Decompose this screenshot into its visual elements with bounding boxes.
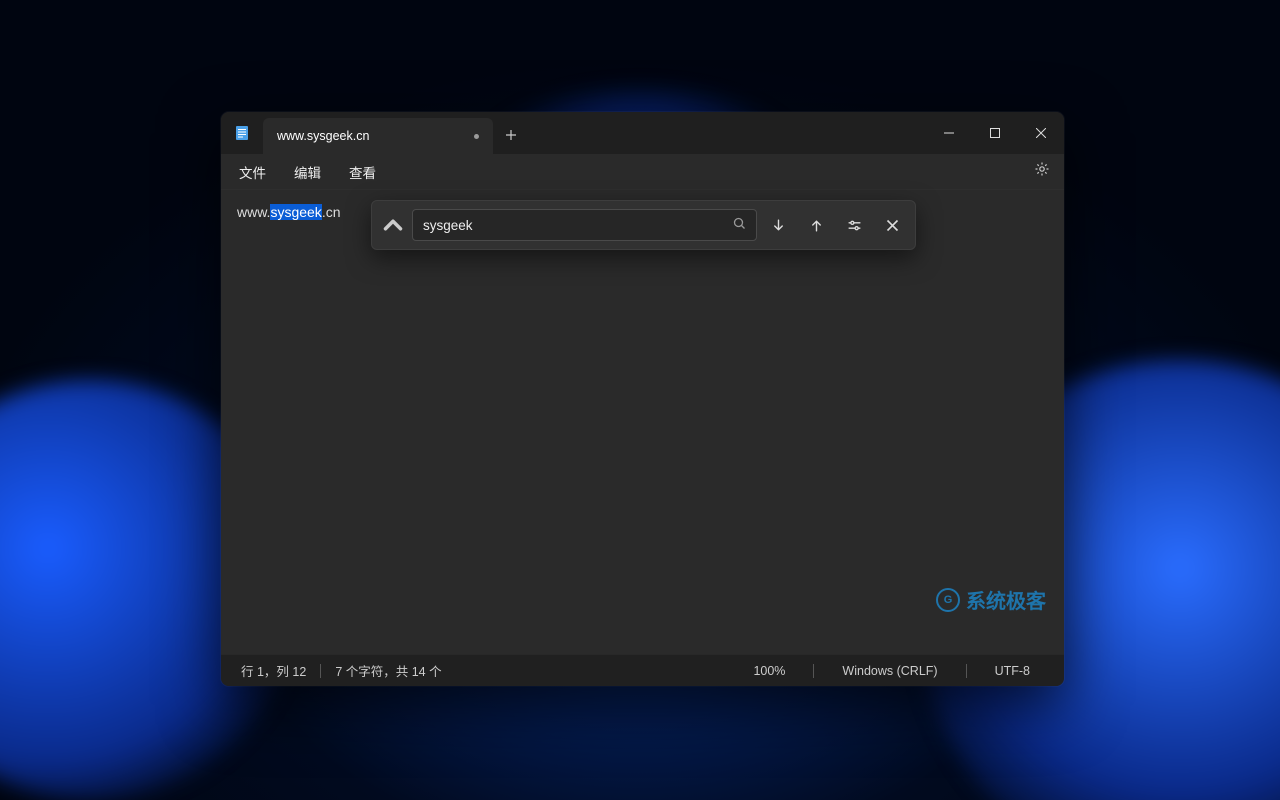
minimize-button[interactable] [926, 112, 972, 154]
find-next-button[interactable] [761, 208, 795, 242]
text-highlighted: sysgeek [270, 204, 321, 220]
watermark-text: 系统极客 [966, 585, 1046, 614]
status-char-count: 7 个字符，共 14 个 [335, 661, 441, 680]
status-encoding[interactable]: UTF-8 [981, 664, 1044, 678]
menu-view[interactable]: 查看 [335, 156, 390, 188]
unsaved-indicator-icon [474, 134, 479, 139]
menu-edit[interactable]: 编辑 [280, 156, 335, 188]
find-bar [371, 200, 916, 250]
close-button[interactable] [1018, 112, 1064, 154]
document-tab[interactable]: www.sysgeek.cn [263, 118, 493, 154]
maximize-button[interactable] [972, 112, 1018, 154]
watermark: G 系统极客 [936, 585, 1046, 614]
find-input-container[interactable] [412, 209, 757, 241]
menubar: 文件 编辑 查看 [221, 154, 1064, 190]
notepad-app-icon [221, 112, 263, 154]
status-bar: 行 1，列 12 7 个字符，共 14 个 100% Windows (CRLF… [221, 654, 1064, 686]
tab-title: www.sysgeek.cn [277, 129, 369, 143]
window-controls [926, 112, 1064, 154]
new-tab-button[interactable] [493, 116, 529, 154]
notepad-window: www.sysgeek.cn 文件 编辑 查看 www.sysgeek.cn [221, 112, 1064, 686]
status-cursor-position: 行 1，列 12 [241, 661, 306, 680]
text-before: www. [237, 204, 270, 220]
titlebar[interactable]: www.sysgeek.cn [221, 112, 1064, 154]
status-zoom[interactable]: 100% [739, 664, 799, 678]
text-after: .cn [322, 204, 341, 220]
find-input[interactable] [423, 218, 733, 233]
find-close-button[interactable] [875, 208, 909, 242]
status-line-ending[interactable]: Windows (CRLF) [828, 664, 951, 678]
settings-button[interactable] [1024, 155, 1060, 188]
menu-file[interactable]: 文件 [225, 156, 280, 188]
expand-replace-toggle[interactable] [378, 208, 408, 242]
text-editor[interactable]: www.sysgeek.cn [221, 190, 1064, 654]
search-icon [733, 217, 746, 233]
find-options-button[interactable] [837, 208, 871, 242]
watermark-logo-icon: G [936, 588, 960, 612]
find-previous-button[interactable] [799, 208, 833, 242]
